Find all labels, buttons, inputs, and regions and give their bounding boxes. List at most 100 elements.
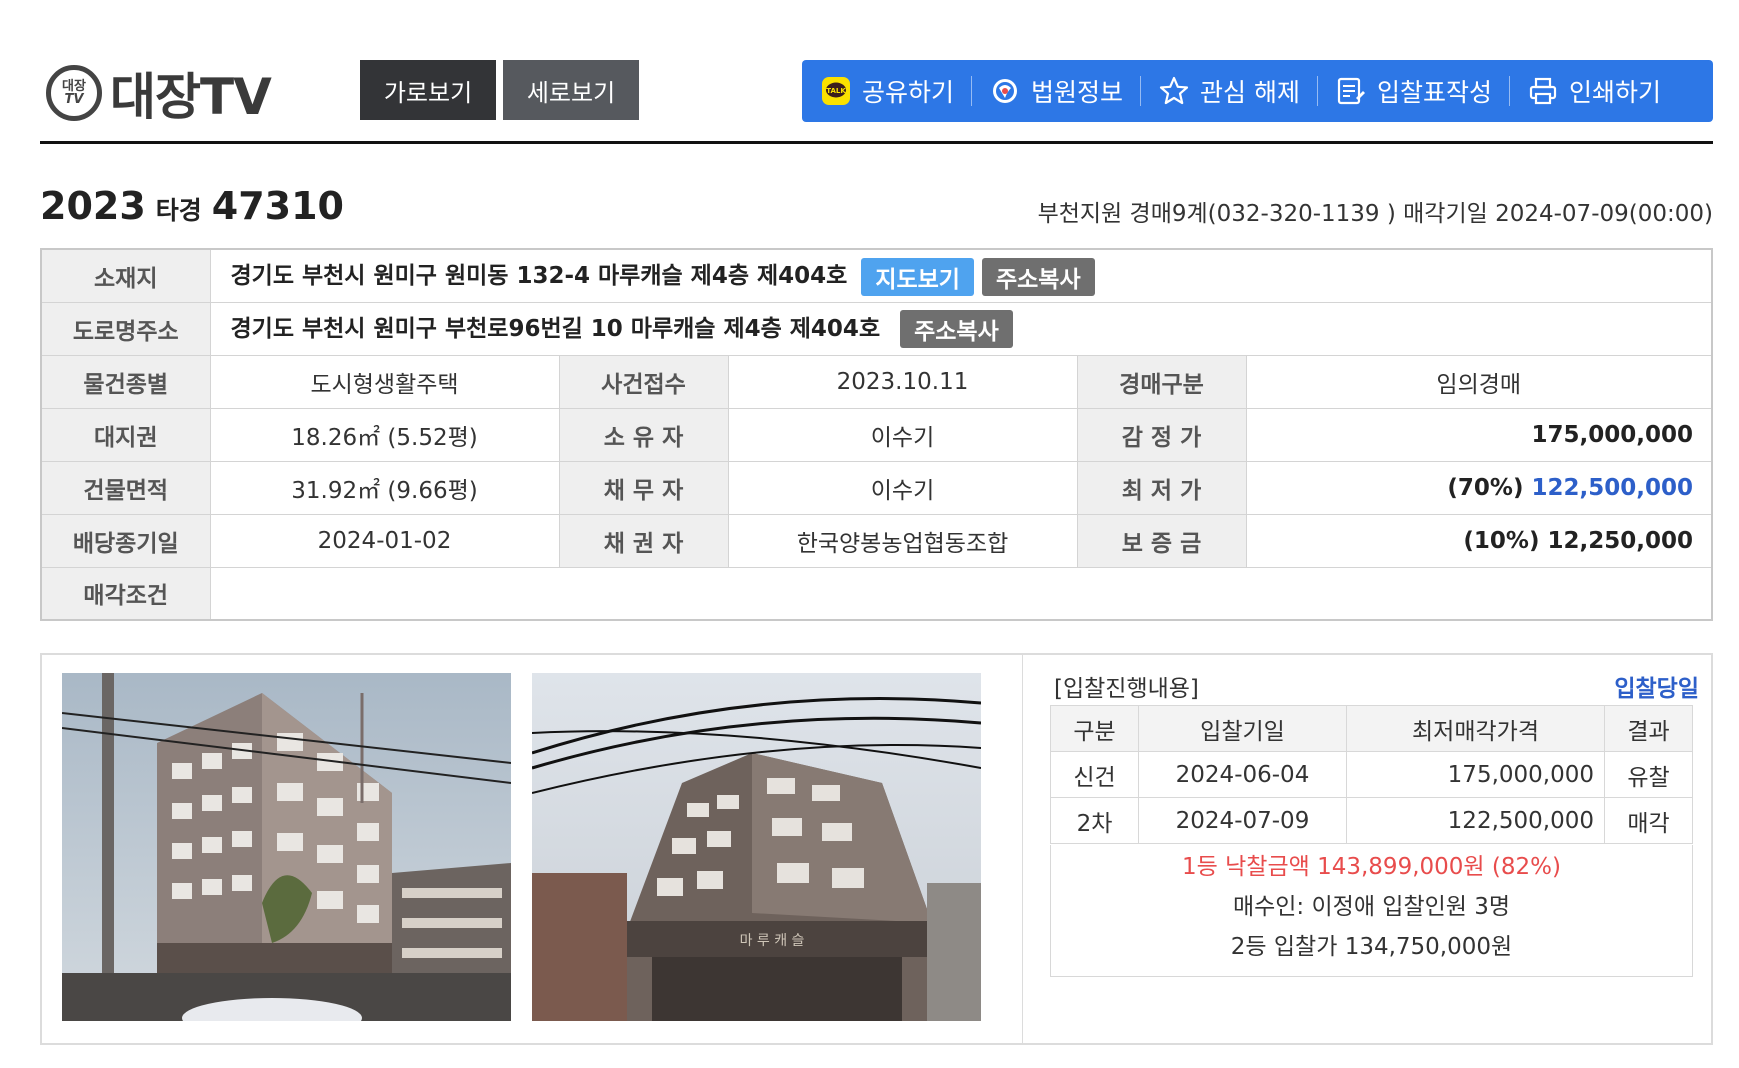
- minimum-price-percent: (70%): [1447, 474, 1524, 501]
- bid-form-label: 입찰표작성: [1376, 78, 1492, 107]
- table-row: 2차 2024-07-09 122,500,000 매각: [1050, 797, 1693, 844]
- panel-divider: [1022, 655, 1023, 1043]
- land-right-value: 18.26㎡ (5.52평): [209, 407, 560, 462]
- owner-value: 이수기: [727, 407, 1078, 462]
- map-view-button[interactable]: 지도보기: [861, 257, 974, 296]
- dividend-deadline-label: 배당종기일: [40, 513, 211, 568]
- dividend-deadline-value: 2024-01-02: [209, 513, 560, 568]
- logo-seal: 대장 TV: [46, 65, 102, 121]
- toolbar-divider: [971, 76, 973, 106]
- road-address-label: 도로명주소: [40, 301, 211, 356]
- road-address-cell: 경기도 부천시 원미구 부천로96번길 10 마루캐슬 제4층 제404호 주소복…: [209, 301, 1713, 356]
- printer-icon: [1527, 75, 1559, 107]
- logo-text: 대장TV: [110, 68, 272, 126]
- page-header: 대장 TV 대장TV 가로보기 세로보기 TALK 공유하기 법원정보 관심 해…: [40, 60, 1713, 144]
- print-button[interactable]: 인쇄하기: [1527, 60, 1661, 122]
- col-price-header: 최저매각가격: [1346, 705, 1605, 752]
- svg-text:TALK: TALK: [826, 87, 846, 95]
- court-globe-icon: [989, 75, 1021, 107]
- logo-seal-bottom: TV: [64, 92, 84, 107]
- minimum-price-label: 최 저 가: [1076, 460, 1247, 515]
- case-type: 타경: [155, 196, 202, 225]
- col-result-header: 결과: [1604, 705, 1693, 752]
- print-label: 인쇄하기: [1569, 78, 1662, 107]
- bid-price: 175,000,000: [1346, 751, 1605, 798]
- action-toolbar: TALK 공유하기 법원정보 관심 해제 입찰표작성 인쇄하기: [802, 60, 1713, 122]
- court-info-button[interactable]: 법원정보: [989, 60, 1123, 122]
- debtor-label: 채 무 자: [558, 460, 729, 515]
- bid-day-link[interactable]: 입찰당일: [1614, 669, 1699, 703]
- court-info-label: 법원정보: [1031, 78, 1124, 107]
- kakaotalk-icon: TALK: [820, 75, 852, 107]
- bid-form-icon: [1335, 75, 1367, 107]
- unfavorite-label: 관심 해제: [1200, 78, 1300, 107]
- table-row: 매각조건: [40, 566, 1713, 621]
- bid-date: 2024-07-09: [1138, 797, 1347, 844]
- minimum-price-cell: (70%) 122,500,000: [1245, 460, 1713, 515]
- star-icon: [1158, 75, 1190, 107]
- vertical-view-button[interactable]: 세로보기: [503, 60, 639, 120]
- land-right-label: 대지권: [40, 407, 211, 462]
- property-type-label: 물건종별: [40, 354, 211, 409]
- creditor-value: 한국양봉농업협동조합: [727, 513, 1078, 568]
- col-date-header: 입찰기일: [1138, 705, 1347, 752]
- road-address-value: 경기도 부천시 원미구 부천로96번길 10 마루캐슬 제4층 제404호: [230, 315, 881, 342]
- building-area-label: 건물면적: [40, 460, 211, 515]
- case-number: 2023 타경 47310: [40, 184, 344, 228]
- debtor-value: 이수기: [727, 460, 1078, 515]
- auction-result: 1등 낙찰금액 143,899,000원 (82%) 매수인: 이정애 입찰인원…: [1050, 845, 1693, 977]
- bid-kind: 2차: [1050, 797, 1139, 844]
- building-area-value: 31.92㎡ (9.66평): [209, 460, 560, 515]
- appraisal-value: 175,000,000: [1245, 407, 1713, 462]
- property-info-table: 소재지 경기도 부천시 원미구 원미동 132-4 마루캐슬 제4층 제404호…: [40, 248, 1713, 621]
- header-divider: [40, 141, 1713, 144]
- building-photo-2[interactable]: 마 루 캐 슬: [532, 673, 981, 1021]
- copy-road-address-button[interactable]: 주소복사: [900, 310, 1013, 349]
- horizontal-view-button[interactable]: 가로보기: [360, 60, 496, 120]
- bid-kind: 신건: [1050, 751, 1139, 798]
- table-row: 건물면적 31.92㎡ (9.66평) 채 무 자 이수기 최 저 가 (70%…: [40, 460, 1713, 515]
- toolbar-divider: [1509, 76, 1510, 106]
- logo[interactable]: 대장 TV 대장TV: [46, 63, 272, 126]
- case-num: 47310: [211, 184, 344, 228]
- buyer-info: 매수인: 이정애 입찰인원 3명: [1232, 894, 1511, 920]
- table-row: 물건종별 도시형생활주택 사건접수 2023.10.11 경매구분 임의경매: [40, 354, 1713, 409]
- copy-address-button[interactable]: 주소복사: [981, 257, 1095, 296]
- table-row: 소재지 경기도 부천시 원미구 원미동 132-4 마루캐슬 제4층 제404호…: [40, 248, 1713, 303]
- court-info-line: 부천지원 경매9계(032-320-1139 ) 매각기일 2024-07-09…: [1037, 201, 1713, 227]
- creditor-label: 채 권 자: [558, 513, 729, 568]
- bid-form-button[interactable]: 입찰표작성: [1335, 60, 1492, 122]
- bid-progress-title: [입찰진행내용]: [1054, 676, 1199, 702]
- winning-bid: 1등 낙찰금액 143,899,000원 (82%): [1182, 854, 1561, 880]
- sale-condition-value: [209, 566, 1713, 621]
- toolbar-divider: [1316, 76, 1318, 106]
- share-label: 공유하기: [862, 78, 955, 107]
- unfavorite-button[interactable]: 관심 해제: [1158, 60, 1300, 122]
- deposit-label: 보 증 금: [1076, 513, 1247, 568]
- case-received-label: 사건접수: [558, 354, 729, 409]
- bid-date: 2024-06-04: [1138, 751, 1347, 798]
- building-photo-1[interactable]: [62, 673, 511, 1021]
- minimum-price-value: 122,500,000: [1531, 474, 1693, 501]
- appraisal-label: 감 정 가: [1076, 407, 1247, 462]
- table-row: 신건 2024-06-04 175,000,000 유찰: [1050, 751, 1693, 798]
- svg-text:마 루 캐 슬: 마 루 캐 슬: [740, 933, 805, 949]
- table-row: 대지권 18.26㎡ (5.52평) 소 유 자 이수기 감 정 가 175,0…: [40, 407, 1713, 462]
- bottom-panel: 마 루 캐 슬 [입찰진행내용] 입찰당일 구분 입찰기일 최저매각가격 결과 …: [40, 653, 1713, 1045]
- bid-price: 122,500,000: [1346, 797, 1605, 844]
- share-button[interactable]: TALK 공유하기: [820, 60, 954, 122]
- col-kind-header: 구분: [1050, 705, 1139, 752]
- auction-type-value: 임의경매: [1245, 354, 1713, 409]
- location-cell: 경기도 부천시 원미구 원미동 132-4 마루캐슬 제4층 제404호 지도보기…: [209, 248, 1713, 303]
- sale-condition-label: 매각조건: [40, 566, 211, 621]
- bid-history-table: 구분 입찰기일 최저매각가격 결과 신건 2024-06-04 175,000,…: [1050, 705, 1693, 844]
- deposit-value: (10%) 12,250,000: [1245, 513, 1713, 568]
- bid-result: 유찰: [1604, 751, 1693, 798]
- case-year: 2023: [40, 184, 146, 228]
- auction-type-label: 경매구분: [1076, 354, 1247, 409]
- owner-label: 소 유 자: [558, 407, 729, 462]
- location-label: 소재지: [40, 248, 211, 303]
- second-bid: 2등 입찰가 134,750,000원: [1230, 934, 1513, 960]
- bid-result-sold: 매각: [1604, 797, 1693, 844]
- table-header-row: 구분 입찰기일 최저매각가격 결과: [1050, 705, 1693, 752]
